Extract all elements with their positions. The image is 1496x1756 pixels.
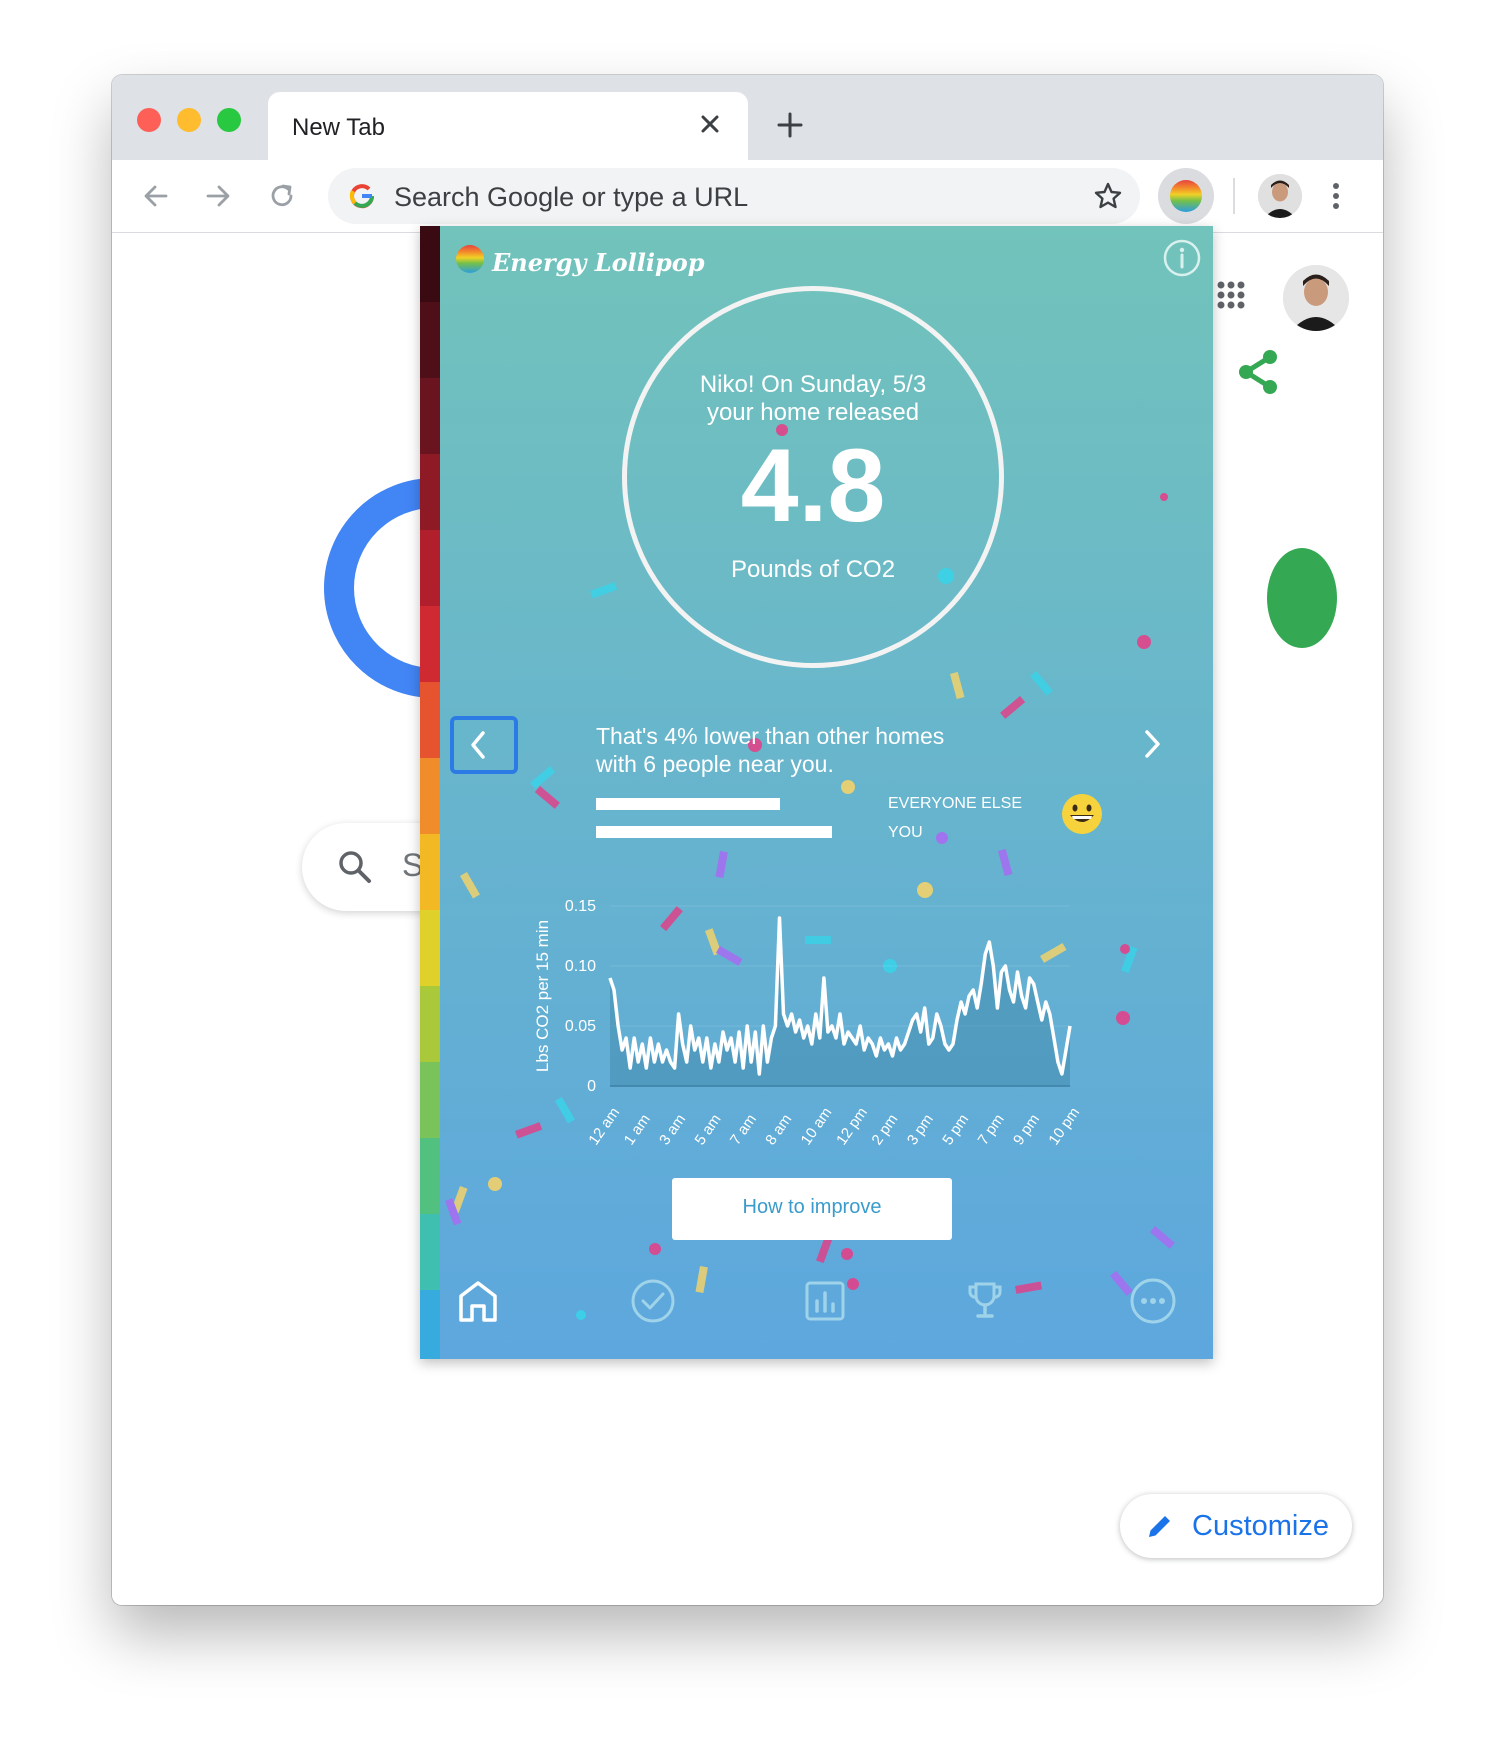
x-tick-label: 8 am bbox=[762, 1111, 795, 1148]
x-tick-label: 3 pm bbox=[904, 1111, 937, 1148]
x-tick-label: 7 am bbox=[727, 1111, 760, 1148]
bookmark-star-icon[interactable] bbox=[1092, 180, 1124, 212]
color-stripe-6 bbox=[420, 682, 440, 758]
x-tick-label: 1 am bbox=[621, 1111, 654, 1148]
y-tick-label: 0.10 bbox=[565, 958, 596, 975]
omnibox[interactable]: Search Google or type a URL bbox=[328, 168, 1140, 224]
color-stripe-14 bbox=[420, 1290, 440, 1359]
co2-amount: 4.8 bbox=[740, 428, 886, 544]
lollipop-logo-icon bbox=[456, 245, 484, 273]
toolbar-divider bbox=[1233, 178, 1235, 214]
google-g-icon bbox=[349, 184, 375, 209]
profile-avatar[interactable] bbox=[1258, 174, 1302, 218]
x-tick-label: 3 am bbox=[656, 1111, 689, 1148]
co2-unit: Pounds of CO2 bbox=[730, 556, 896, 583]
everyone-else-label: EVERYONE ELSE bbox=[888, 795, 1022, 812]
how-to-improve-button[interactable]: How to improve bbox=[672, 1178, 952, 1240]
search-icon bbox=[339, 851, 371, 883]
color-stripe-1 bbox=[420, 302, 440, 378]
color-stripe-13 bbox=[420, 1214, 440, 1290]
y-tick-label: 0.05 bbox=[565, 1018, 596, 1035]
previous-day-button[interactable] bbox=[450, 716, 518, 774]
minimize-window-button[interactable] bbox=[177, 108, 201, 132]
color-stripe-3 bbox=[420, 454, 440, 530]
x-tick-label: 7 pm bbox=[975, 1111, 1008, 1148]
you-bar bbox=[596, 826, 832, 838]
x-tick-label: 10 pm bbox=[1045, 1104, 1083, 1148]
x-tick-label: 10 am bbox=[798, 1104, 836, 1148]
x-tick-label: 12 am bbox=[585, 1104, 623, 1148]
smiley-icon bbox=[1062, 794, 1102, 834]
lollipop-icon bbox=[1170, 180, 1202, 212]
app-logo-text: Energy Lollipop bbox=[492, 248, 705, 277]
x-tick-label: 2 pm bbox=[868, 1111, 901, 1148]
summary-line-2: your home released bbox=[706, 399, 920, 426]
maximize-window-button[interactable] bbox=[217, 108, 241, 132]
omnibox-placeholder: Search Google or type a URL bbox=[394, 182, 749, 212]
google-logo-green-partial bbox=[1267, 548, 1337, 648]
color-stripe-10 bbox=[420, 986, 440, 1062]
chevron-right-icon[interactable] bbox=[1135, 722, 1171, 766]
comparison-line-2: with 6 people near you. bbox=[596, 751, 834, 777]
account-avatar[interactable] bbox=[1283, 265, 1349, 331]
emissions-summary-circle: Niko! On Sunday, 5/3 your home released … bbox=[622, 286, 1004, 668]
tab-title: New Tab bbox=[292, 114, 385, 141]
color-stripe-2 bbox=[420, 378, 440, 454]
apps-grid-icon[interactable] bbox=[1211, 275, 1251, 315]
x-tick-label: 5 am bbox=[692, 1111, 725, 1148]
forward-icon[interactable] bbox=[200, 178, 236, 214]
color-stripe-5 bbox=[420, 606, 440, 682]
y-axis-label: Lbs CO2 per 15 min bbox=[533, 920, 552, 1072]
browser-menu-icon[interactable] bbox=[1316, 176, 1356, 216]
color-stripe-0 bbox=[420, 226, 440, 302]
pencil-icon bbox=[1149, 1516, 1170, 1537]
y-tick-label: 0 bbox=[587, 1078, 596, 1095]
you-label: YOU bbox=[888, 824, 923, 841]
x-tick-label: 9 pm bbox=[1010, 1111, 1043, 1148]
energy-lollipop-extension-button[interactable] bbox=[1158, 168, 1214, 224]
customize-button[interactable]: Customize bbox=[1120, 1494, 1352, 1558]
color-stripe-9 bbox=[420, 910, 440, 986]
trophy-icon[interactable] bbox=[960, 1276, 1010, 1326]
tab-new-tab[interactable]: New Tab bbox=[268, 92, 748, 160]
color-stripe-4 bbox=[420, 530, 440, 606]
energy-lollipop-popup: Energy Lollipop Niko! On Sunday, 5/3 you… bbox=[420, 226, 1213, 1359]
back-icon[interactable] bbox=[138, 178, 174, 214]
home-icon[interactable] bbox=[453, 1276, 503, 1326]
check-circle-icon[interactable] bbox=[628, 1276, 678, 1326]
bar-chart-icon[interactable] bbox=[800, 1276, 850, 1326]
close-window-button[interactable] bbox=[137, 108, 161, 132]
color-stripe-8 bbox=[420, 834, 440, 910]
color-stripe-7 bbox=[420, 758, 440, 834]
series-area bbox=[610, 918, 1070, 1086]
x-tick-label: 5 pm bbox=[939, 1111, 972, 1148]
chevron-left-icon bbox=[471, 731, 485, 759]
customize-label: Customize bbox=[1192, 1510, 1329, 1542]
close-tab-icon[interactable] bbox=[694, 108, 726, 140]
y-tick-label: 0.15 bbox=[565, 898, 596, 915]
everyone-else-bar bbox=[596, 798, 781, 810]
co2-line-chart: 0 0.05 0.10 0.15 Lbs CO2 per 15 min 12 am1 am… bbox=[533, 898, 1083, 1148]
info-icon[interactable] bbox=[1162, 238, 1202, 278]
browser-toolbar: Search Google or type a URL bbox=[112, 160, 1383, 233]
share-icon[interactable] bbox=[1232, 345, 1286, 399]
tab-strip: New Tab bbox=[112, 75, 1383, 160]
how-to-improve-label: How to improve bbox=[742, 1196, 882, 1218]
color-scale-stripe bbox=[420, 226, 440, 1359]
x-tick-label: 12 pm bbox=[833, 1104, 871, 1148]
reload-icon[interactable] bbox=[264, 178, 300, 214]
color-stripe-12 bbox=[420, 1138, 440, 1214]
new-tab-icon[interactable] bbox=[772, 107, 808, 143]
more-circle-icon[interactable] bbox=[1128, 1276, 1178, 1326]
color-stripe-11 bbox=[420, 1062, 440, 1138]
summary-line-1: Niko! On Sunday, 5/3 bbox=[699, 371, 927, 398]
comparison-line-1: That's 4% lower than other homes bbox=[596, 723, 945, 749]
